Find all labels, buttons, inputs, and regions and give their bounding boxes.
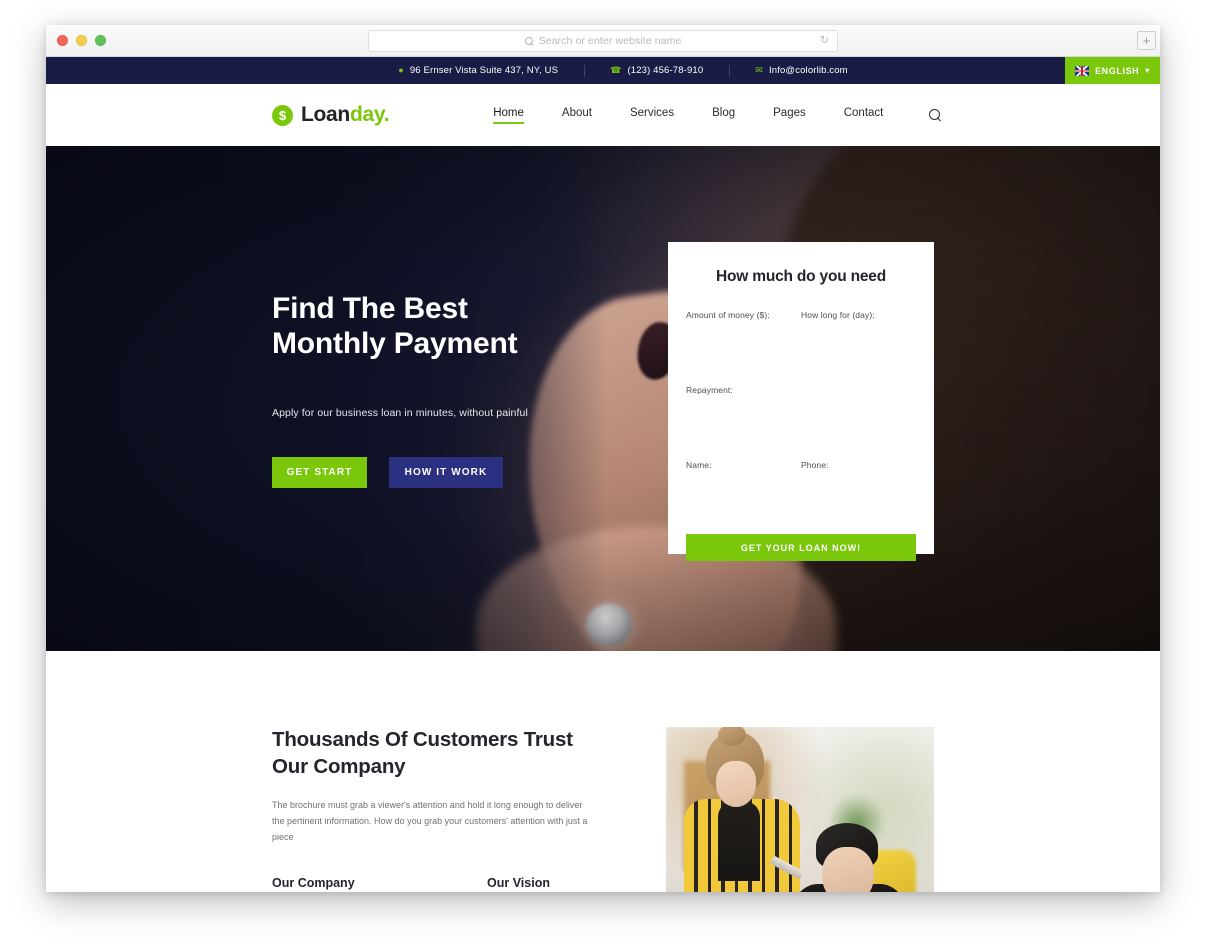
phone-field-group: Phone:: [801, 460, 916, 498]
get-your-loan-button[interactable]: GET YOUR LOAN NOW!: [686, 534, 916, 561]
trust-content: Thousands Of Customers Trust Our Company…: [46, 727, 1160, 892]
browser-chrome: Search or enter website name ↻ +: [46, 25, 1160, 57]
nav-item-home[interactable]: Home: [493, 107, 524, 124]
reload-icon[interactable]: ↻: [820, 35, 829, 47]
hero-title-line-1: Find The Best: [272, 292, 468, 325]
close-window-button[interactable]: [57, 35, 68, 46]
our-vision-heading: Our Vision: [487, 875, 550, 890]
logo-text: Loanday.: [301, 103, 390, 127]
nav-item-blog[interactable]: Blog: [712, 107, 735, 124]
topbar-email-text: Info@colorlib.com: [768, 65, 848, 76]
repayment-field-group: Repayment:: [686, 385, 916, 423]
logo-text-accent: day.: [349, 103, 390, 126]
duration-field-group: How long for (day):: [801, 310, 916, 348]
our-company-heading: Our Company: [272, 875, 355, 890]
nav-item-about[interactable]: About: [562, 107, 592, 124]
trust-paragraph: The brochure must grab a viewer's attent…: [272, 800, 588, 842]
topbar-address: ● 96 Ernser Vista Suite 437, NY, US: [372, 65, 584, 76]
phone-label: Phone:: [801, 460, 829, 470]
name-label: Name:: [686, 460, 712, 470]
trust-title-line-2: Our Company: [272, 754, 406, 778]
envelope-icon: ✉: [755, 65, 763, 75]
hero-title-line-2: Monthly Payment: [272, 327, 518, 361]
trust-column-vision: Our Vision: [487, 876, 655, 892]
language-label: ENGLISH: [1095, 65, 1140, 76]
topbar-contact-info: ● 96 Ernser Vista Suite 437, NY, US ☎ (1…: [332, 65, 873, 76]
topbar-phone[interactable]: ☎ (123) 456-78-910: [584, 65, 729, 76]
uk-flag-icon: [1075, 65, 1090, 76]
search-icon[interactable]: [929, 108, 942, 122]
nav-item-services[interactable]: Services: [630, 107, 674, 124]
hero-buttons: GET START HOW IT WORK: [272, 457, 642, 489]
hero-subtitle: Apply for our business loan in minutes, …: [272, 407, 528, 420]
site-logo[interactable]: $ Loanday.: [272, 103, 390, 127]
duration-label: How long for (day):: [801, 310, 875, 320]
logo-text-primary: Loan: [301, 103, 350, 126]
hero-section: Find The Best Monthly Payment Apply for …: [46, 146, 1160, 651]
main-navigation: Home About Services Blog Pages Contact: [493, 107, 883, 124]
amount-input[interactable]: [686, 324, 792, 348]
trust-photo-man-face: [822, 847, 874, 892]
loan-form-row-1: Amount of money ($): How long for (day):: [686, 310, 916, 348]
hero-title: Find The Best Monthly Payment: [272, 291, 642, 361]
get-start-button[interactable]: GET START: [272, 457, 367, 489]
website-viewport: ● 96 Ernser Vista Suite 437, NY, US ☎ (1…: [46, 57, 1160, 892]
loan-form-title: How much do you need: [716, 268, 886, 285]
site-topbar: ● 96 Ernser Vista Suite 437, NY, US ☎ (1…: [46, 57, 1160, 84]
minimize-window-button[interactable]: [76, 35, 87, 46]
name-field-group: Name:: [686, 460, 801, 498]
trust-title: Thousands Of Customers Trust Our Company: [272, 727, 602, 780]
duration-input[interactable]: [801, 324, 907, 348]
trust-section: Thousands Of Customers Trust Our Company…: [46, 651, 1160, 892]
language-selector[interactable]: ENGLISH ▾: [1065, 57, 1160, 84]
loan-form-row-3: Name: Phone:: [686, 460, 916, 498]
address-bar-content: Search or enter website name: [524, 35, 682, 47]
topbar-phone-text: (123) 456-78-910: [627, 65, 704, 76]
chevron-down-icon: ▾: [1145, 66, 1150, 75]
location-pin-icon: ●: [398, 65, 404, 75]
trust-photo-woman-turtleneck: [718, 801, 760, 881]
phone-input[interactable]: [801, 474, 907, 498]
browser-window: Search or enter website name ↻ + ● 96 Er…: [46, 25, 1160, 892]
nav-item-contact[interactable]: Contact: [844, 107, 884, 124]
address-bar-placeholder: Search or enter website name: [538, 35, 682, 47]
window-controls: [57, 35, 106, 46]
loan-calculator-card: How much do you need Amount of money ($)…: [668, 242, 934, 561]
phone-icon: ☎: [610, 65, 622, 75]
how-it-work-button[interactable]: HOW IT WORK: [389, 457, 503, 489]
hero-copy: Find The Best Monthly Payment Apply for …: [272, 291, 642, 489]
maximize-window-button[interactable]: [95, 35, 106, 46]
trust-title-line-1: Thousands Of Customers Trust: [272, 728, 573, 751]
site-header: $ Loanday. Home About Services Blog Page…: [46, 84, 1160, 146]
topbar-email[interactable]: ✉ Info@colorlib.com: [729, 65, 873, 76]
trust-photo-woman-face: [716, 761, 756, 807]
dollar-coin-icon: $: [272, 104, 293, 126]
address-bar[interactable]: Search or enter website name ↻: [368, 30, 838, 52]
trust-photo: [666, 727, 934, 892]
loan-form-row-2: Repayment:: [686, 385, 916, 423]
trust-column-company: Our Company: [272, 876, 440, 892]
name-input[interactable]: [686, 474, 792, 498]
topbar-address-text: 96 Ernser Vista Suite 437, NY, US: [409, 65, 559, 76]
nav-item-pages[interactable]: Pages: [773, 107, 806, 124]
amount-label: Amount of money ($):: [686, 310, 770, 320]
repayment-input[interactable]: [686, 399, 898, 423]
search-icon: [524, 36, 534, 46]
amount-field-group: Amount of money ($):: [686, 310, 801, 348]
new-tab-button[interactable]: +: [1137, 31, 1156, 50]
repayment-label: Repayment:: [686, 385, 733, 395]
